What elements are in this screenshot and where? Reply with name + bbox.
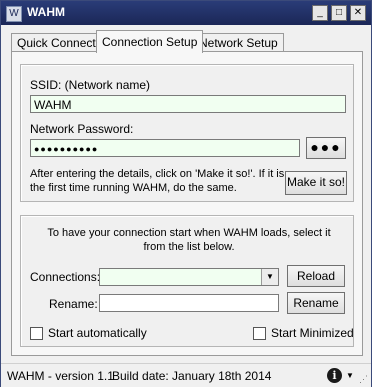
start-minimized-label: Start Minimized xyxy=(271,326,354,340)
password-input[interactable]: ●●●●●●●●●● xyxy=(30,139,300,157)
resize-grip-icon[interactable]: ⋰ xyxy=(359,374,368,385)
close-button[interactable]: ✕ xyxy=(350,5,366,21)
show-password-button[interactable]: ●●● xyxy=(306,137,346,159)
status-bar: WAHM - version 1.1 Build date: January 1… xyxy=(1,363,371,387)
info-dropdown-arrow-icon[interactable]: ▼ xyxy=(346,371,354,380)
start-automatically-label: Start automatically xyxy=(48,326,147,340)
tab-network-setup[interactable]: Network Setup xyxy=(193,33,284,52)
startup-description: To have your connection start when WAHM … xyxy=(47,227,331,253)
startup-group: To have your connection start when WAHM … xyxy=(20,215,354,347)
version-text: WAHM - version 1.1 xyxy=(7,369,114,383)
tab-connection-setup[interactable]: Connection Setup xyxy=(96,30,204,53)
maximize-button[interactable]: □ xyxy=(331,5,347,21)
title-bar[interactable]: W WAHM _ □ ✕ xyxy=(1,1,371,25)
ssid-input[interactable]: WAHM xyxy=(30,95,346,113)
connections-label: Connections: xyxy=(30,270,101,284)
rename-input[interactable] xyxy=(99,294,279,312)
reload-button[interactable]: Reload xyxy=(287,265,345,287)
app-icon: W xyxy=(6,6,22,22)
make-it-so-button[interactable]: Make it so! xyxy=(285,171,347,195)
connection-setup-panel: SSID: (Network name) WAHM Network Passwo… xyxy=(11,51,363,356)
rename-label: Rename: xyxy=(49,297,98,311)
start-minimized-checkbox[interactable] xyxy=(253,327,266,340)
connections-dropdown[interactable]: ▼ xyxy=(99,268,279,286)
dropdown-arrow-icon[interactable]: ▼ xyxy=(261,269,278,285)
start-automatically-checkbox[interactable] xyxy=(30,327,43,340)
app-window: W WAHM _ □ ✕ Quick Connect Connection Se… xyxy=(0,0,372,387)
window-title: WAHM xyxy=(27,5,65,19)
password-label: Network Password: xyxy=(30,122,134,136)
build-date-text: Build date: January 18th 2014 xyxy=(112,369,272,383)
ssid-label: SSID: (Network name) xyxy=(30,78,151,92)
connection-details-group: SSID: (Network name) WAHM Network Passwo… xyxy=(20,64,354,202)
tab-quick-connect[interactable]: Quick Connect xyxy=(11,33,102,52)
instructions-text: After entering the details, click on 'Ma… xyxy=(30,168,285,194)
minimize-button[interactable]: _ xyxy=(312,5,328,21)
info-icon[interactable]: i xyxy=(327,368,342,383)
rename-button[interactable]: Rename xyxy=(287,292,345,314)
